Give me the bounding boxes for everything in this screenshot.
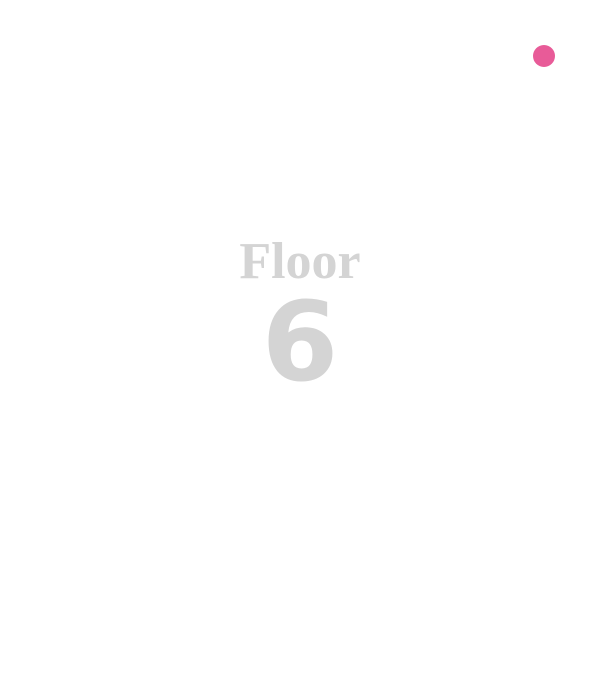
- floor-number: 6: [261, 278, 339, 406]
- status-indicator-dot: [533, 45, 555, 67]
